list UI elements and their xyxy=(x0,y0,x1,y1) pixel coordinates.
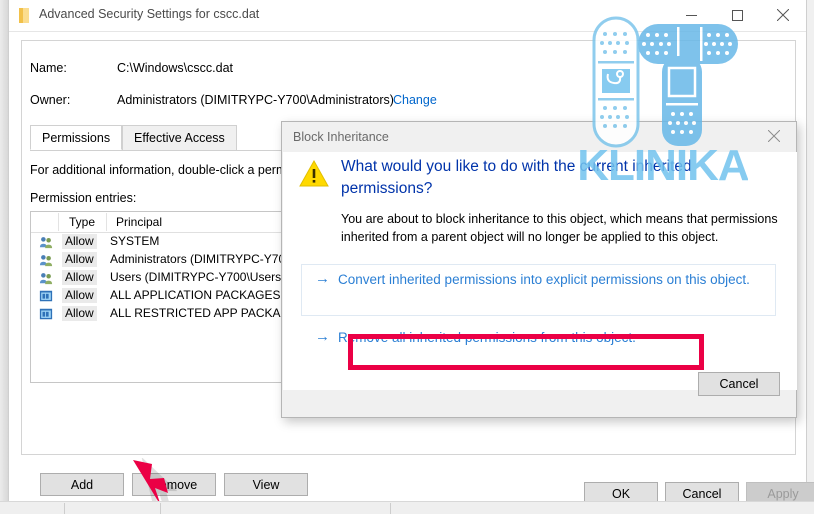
row-principal: ALL RESTRICTED APP PACKAGES xyxy=(110,306,306,320)
permission-entries-label: Permission entries: xyxy=(30,191,137,205)
taskbar-edge xyxy=(0,501,814,514)
close-icon[interactable] xyxy=(760,0,806,30)
folder-icon xyxy=(19,8,29,23)
users-group-icon xyxy=(39,273,53,285)
arrow-right-icon: → xyxy=(315,270,330,287)
column-header-principal[interactable]: Principal xyxy=(116,215,162,229)
dialog-heading: What would you like to do with the curre… xyxy=(341,158,692,197)
row-type: Allow xyxy=(62,270,97,285)
dialog-description: You are about to block inheritance to th… xyxy=(341,212,778,244)
window-shadow xyxy=(0,0,8,502)
screen-root: Advanced Security Settings for cscc.dat … xyxy=(0,0,814,514)
block-inheritance-dialog: Block Inheritance What would you like to… xyxy=(281,121,797,418)
name-value: C:\Windows\cscc.dat xyxy=(117,61,234,75)
change-owner-link[interactable]: Change xyxy=(393,93,437,107)
dialog-body: What would you like to do with the curre… xyxy=(283,152,797,390)
row-principal: SYSTEM xyxy=(110,234,160,248)
dialog-title: Block Inheritance xyxy=(293,130,389,144)
convert-link-label: Convert inherited permissions into expli… xyxy=(338,272,750,287)
column-header-type[interactable]: Type xyxy=(69,215,95,229)
app-package-icon xyxy=(39,290,53,302)
row-type: Allow xyxy=(62,306,97,321)
row-type: Allow xyxy=(62,252,97,267)
owner-value: Administrators (DIMITRYPC-Y700\Administr… xyxy=(117,93,394,107)
row-type: Allow xyxy=(62,234,97,249)
arrow-right-icon: → xyxy=(315,328,330,345)
row-principal: Users (DIMITRYPC-Y700\Users) xyxy=(110,270,286,284)
remove-inherited-permissions-link[interactable]: → Remove all inherited permissions from … xyxy=(301,322,776,351)
window-title: Advanced Security Settings for cscc.dat xyxy=(39,7,260,21)
dialog-cancel-button[interactable]: Cancel xyxy=(698,372,780,396)
maximize-icon[interactable] xyxy=(714,0,760,30)
close-icon[interactable] xyxy=(752,122,796,150)
minimize-icon[interactable] xyxy=(668,0,714,30)
row-principal: ALL APPLICATION PACKAGES xyxy=(110,288,281,302)
remove-link-label: Remove all inherited permissions from th… xyxy=(338,330,636,345)
view-button[interactable]: View xyxy=(224,473,308,496)
app-package-icon xyxy=(39,308,53,320)
remove-button[interactable]: Remove xyxy=(132,473,216,496)
tab-effective-access[interactable]: Effective Access xyxy=(122,125,237,150)
row-type: Allow xyxy=(62,288,97,303)
tab-permissions[interactable]: Permissions xyxy=(30,125,123,150)
convert-inherited-permissions-link[interactable]: → Convert inherited permissions into exp… xyxy=(301,264,776,316)
title-bar: Advanced Security Settings for cscc.dat xyxy=(9,0,806,32)
header-divider xyxy=(58,213,59,231)
warning-triangle-icon xyxy=(299,160,329,187)
users-group-icon xyxy=(39,237,53,249)
header-divider xyxy=(106,213,107,231)
owner-label: Owner: xyxy=(30,93,71,107)
add-button[interactable]: Add xyxy=(40,473,124,496)
users-group-icon xyxy=(39,255,53,267)
name-label: Name: xyxy=(30,61,67,75)
